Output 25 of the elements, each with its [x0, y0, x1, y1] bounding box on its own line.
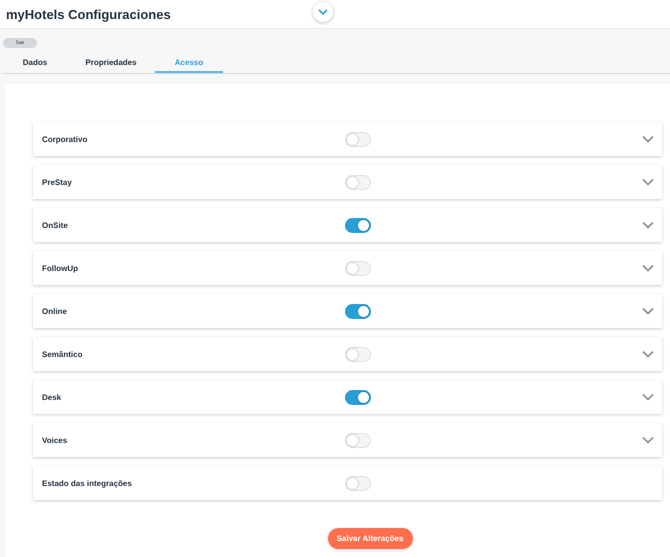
page-title: myHotels Configuraciones [6, 6, 171, 22]
module-name: Online [41, 306, 68, 316]
chevron-down-icon [318, 9, 328, 15]
chevron-down-icon[interactable] [642, 135, 654, 143]
tab[interactable]: Dados [3, 53, 67, 73]
toggle-switch[interactable] [344, 390, 370, 404]
module-name: PreStay [41, 178, 73, 186]
chevron-down-icon[interactable] [642, 350, 654, 358]
module-name: OnSite [41, 220, 69, 230]
chevron-down-icon[interactable] [642, 178, 654, 186]
module-name: Desk [41, 392, 62, 402]
collapse-button[interactable] [313, 2, 333, 22]
module-name: Semântico [41, 350, 84, 358]
module-name: FollowUp [41, 264, 79, 272]
module-name: Corporativo [41, 134, 88, 144]
chevron-down-icon[interactable] [642, 393, 654, 401]
chevron-down-icon[interactable] [642, 307, 654, 315]
toggle-switch[interactable] [344, 218, 370, 232]
tab[interactable]: Propriedades [67, 53, 155, 73]
module-name: Voices [41, 436, 68, 444]
module-name: Estado das integrações [41, 478, 133, 488]
toggle-switch[interactable] [344, 304, 370, 318]
chevron-down-icon[interactable] [642, 264, 654, 272]
chevron-down-icon[interactable] [642, 221, 654, 229]
chevron-down-icon[interactable] [642, 436, 654, 444]
